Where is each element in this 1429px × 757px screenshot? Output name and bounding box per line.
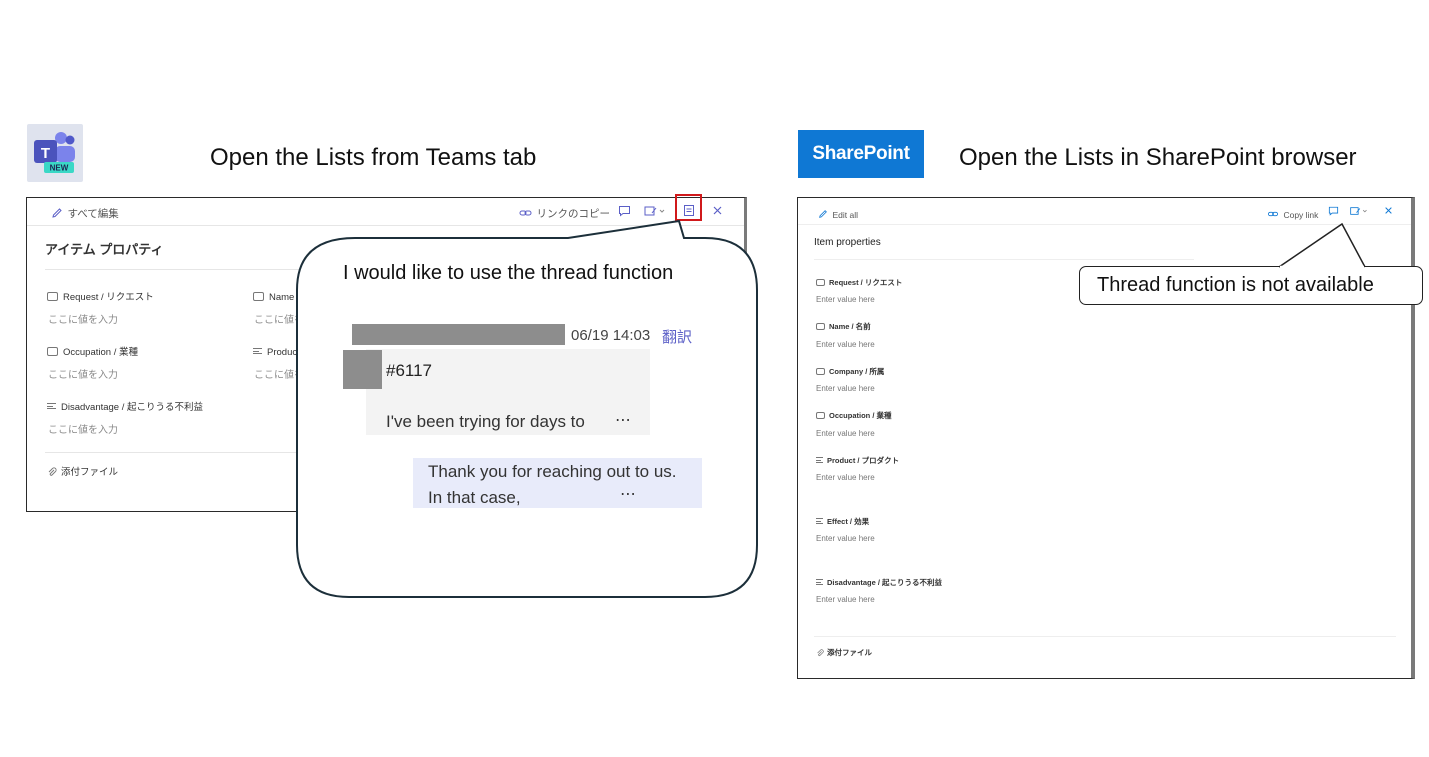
pencil-icon: [819, 209, 827, 218]
copy-link-button[interactable]: リンクのコピー: [519, 204, 610, 222]
edit-form-dropdown-icon[interactable]: [1349, 206, 1369, 216]
field-request-label: Request / リクエスト: [47, 289, 154, 303]
copy-link-label: Copy link: [1283, 210, 1319, 220]
field-request-input[interactable]: ここに値を入力: [48, 311, 118, 326]
multiline-field-icon: [816, 578, 823, 587]
field-effect-input[interactable]: Enter value here: [816, 534, 875, 543]
field-product-input[interactable]: Enter value here: [816, 473, 875, 482]
translate-link[interactable]: 翻訳: [662, 326, 692, 347]
text-field-icon: [816, 367, 825, 375]
field-product-label: Product / プロダクト: [816, 455, 899, 466]
comment-icon[interactable]: [618, 205, 631, 217]
field-name-input[interactable]: ここに値を入力: [254, 311, 324, 326]
field-disadvantage-label: Disadvantage / 起こりうる不利益: [47, 399, 203, 413]
copy-link-label: リンクのコピー: [536, 208, 610, 220]
text-field-icon: [816, 278, 825, 286]
close-icon[interactable]: [712, 205, 723, 216]
field-occupation-input[interactable]: ここに値を入力: [48, 366, 118, 381]
multiline-field-icon: [253, 347, 262, 356]
text-field-icon: [816, 411, 825, 419]
link-icon: [1267, 211, 1278, 216]
reply-more-icon[interactable]: ⋯: [620, 484, 636, 504]
edit-all-button[interactable]: Edit all: [818, 205, 858, 223]
field-request-input[interactable]: Enter value here: [816, 295, 875, 304]
reply-body: Thank you for reaching out to us. In tha…: [428, 462, 677, 507]
text-field-icon: [253, 291, 264, 301]
field-name-label: Name / 名前: [816, 321, 871, 332]
multiline-field-icon: [816, 456, 823, 465]
field-effect-label: Effect / 効果: [816, 516, 869, 527]
edit-all-label: Edit all: [832, 210, 858, 220]
edit-all-label: すべて編集: [67, 208, 119, 220]
message-more-icon[interactable]: ⋯: [615, 410, 631, 430]
multiline-field-icon: [816, 517, 823, 526]
text-field-icon: [816, 322, 825, 330]
redacted-avatar: [343, 350, 382, 389]
link-icon: [519, 210, 532, 216]
field-product-input[interactable]: ここに値を入力: [254, 366, 324, 381]
comment-icon[interactable]: [1328, 206, 1339, 216]
text-field-icon: [47, 346, 58, 356]
text-field-icon: [47, 291, 58, 301]
field-occupation-input[interactable]: Enter value here: [816, 429, 875, 438]
field-name-label: Name / 名前: [253, 289, 321, 303]
teams-logo: T NEW: [27, 124, 83, 182]
multiline-field-icon: [47, 402, 56, 411]
field-disadvantage-input[interactable]: ここに値を入力: [48, 421, 118, 436]
conversation-button-highlight: [675, 194, 702, 221]
panel-title: アイテム プロパティ: [45, 242, 164, 257]
left-heading: Open the Lists from Teams tab: [210, 144, 537, 171]
edit-form-dropdown-icon[interactable]: [644, 205, 666, 217]
field-company-input[interactable]: Enter value here: [816, 384, 875, 393]
sharepoint-callout-text: Thread function is not available: [1097, 274, 1374, 296]
paperclip-icon: [817, 649, 824, 657]
copy-link-button[interactable]: Copy link: [1267, 205, 1318, 223]
svg-text:T: T: [41, 145, 50, 162]
field-request-label: Request / リクエスト: [816, 277, 902, 288]
field-disadvantage-input[interactable]: Enter value here: [816, 595, 875, 604]
attachments-label: 添付ファイル: [816, 647, 872, 658]
right-heading: Open the Lists in SharePoint browser: [959, 144, 1357, 171]
message-id: #6117: [386, 361, 433, 380]
field-company-label: Company / 所属: [816, 366, 884, 377]
paperclip-icon: [48, 467, 57, 477]
field-product-label: Product / プロダクト: [253, 344, 355, 358]
teams-callout-text: I would like to use the thread function: [343, 262, 674, 284]
redacted-author-name: [352, 324, 565, 345]
field-disadvantage-label: Disadvantage / 起こりうる不利益: [816, 577, 942, 588]
message-timestamp: 06/19 14:03: [571, 327, 651, 344]
new-badge: NEW: [50, 164, 69, 173]
field-occupation-label: Occupation / 業種: [47, 344, 138, 358]
edit-all-button[interactable]: すべて編集: [51, 204, 119, 222]
sharepoint-logo: SharePoint: [798, 130, 924, 178]
pencil-icon: [52, 208, 62, 218]
field-occupation-label: Occupation / 業種: [816, 410, 892, 421]
attachments-label: 添付ファイル: [47, 464, 118, 478]
field-name-input[interactable]: Enter value here: [816, 340, 875, 349]
close-icon[interactable]: [1384, 206, 1393, 215]
panel-title: Item properties: [814, 237, 881, 248]
message-body: I've been trying for days to: [386, 412, 585, 431]
